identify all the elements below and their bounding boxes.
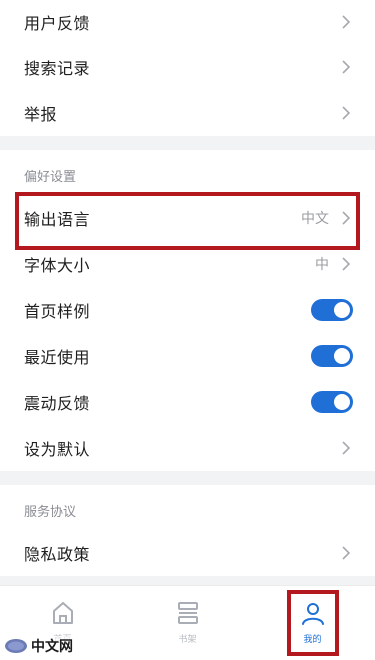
user-feedback-label: 用户反馈 [24,14,91,33]
section-divider [0,471,375,485]
font-size-right: 中 [315,254,353,274]
watermark-text: 中文网 [31,639,73,655]
tab-bookshelf[interactable]: 书架 [125,586,250,660]
general-group: 用户反馈 搜索记录 举报 [0,0,375,136]
output-language-label: 输出语言 [24,210,91,229]
privacy-policy-label: 隐私政策 [24,545,91,564]
vibration-row: 震动反馈 [0,379,375,425]
service-title: 服务协议 [0,485,375,530]
bookshelf-icon [175,600,201,626]
set-default-label: 设为默认 [24,440,91,459]
user-icon [300,600,326,626]
chevron-right-icon [339,60,353,74]
chevron-right-icon [339,257,353,271]
chevron-right-icon [339,546,353,560]
tab-mine-label: 我的 [303,635,322,645]
recent-use-toggle[interactable] [311,345,353,367]
chevron-right-icon [339,106,353,120]
recent-use-label: 最近使用 [24,348,91,367]
service-group: 服务协议 隐私政策 [0,485,375,576]
toggle-knob [334,394,350,410]
user-feedback-row[interactable]: 用户反馈 [0,0,375,44]
home-sample-label: 首页样例 [24,302,91,321]
tab-mine[interactable]: 我的 [250,586,375,660]
chevron-right-icon [339,15,353,29]
section-divider [0,136,375,150]
vibration-toggle[interactable] [311,391,353,413]
chevron-right-icon [339,211,353,225]
output-language-right: 中文 [301,208,353,228]
home-sample-row: 首页样例 [0,287,375,333]
preferences-title: 偏好设置 [0,150,375,195]
recent-use-row: 最近使用 [0,333,375,379]
font-size-label: 字体大小 [24,256,91,275]
output-language-value: 中文 [301,211,329,227]
font-size-value: 中 [315,257,329,273]
output-language-row[interactable]: 输出语言 中文 [0,195,375,241]
search-history-row[interactable]: 搜索记录 [0,44,375,90]
watermark: 中文网 [4,636,73,656]
preferences-group: 偏好设置 输出语言 中文 字体大小 中 首页样例 最近使用 震动反馈 设为默认 [0,150,375,471]
search-history-label: 搜索记录 [24,59,91,78]
toggle-knob [334,348,350,364]
home-sample-toggle[interactable] [311,299,353,321]
vibration-label: 震动反馈 [24,394,91,413]
tab-bookshelf-label: 书架 [178,635,197,645]
home-icon [50,600,76,626]
set-default-row[interactable]: 设为默认 [0,425,375,471]
settings-screen: 用户反馈 搜索记录 举报 偏好设置 输出语言 中文 字体大小 中 首页样例 最近… [0,0,375,660]
privacy-policy-row[interactable]: 隐私政策 [0,530,375,576]
php-logo-icon [4,637,28,655]
toggle-knob [334,302,350,318]
report-row[interactable]: 举报 [0,90,375,136]
chevron-right-icon [339,441,353,455]
font-size-row[interactable]: 字体大小 中 [0,241,375,287]
report-label: 举报 [24,105,58,124]
